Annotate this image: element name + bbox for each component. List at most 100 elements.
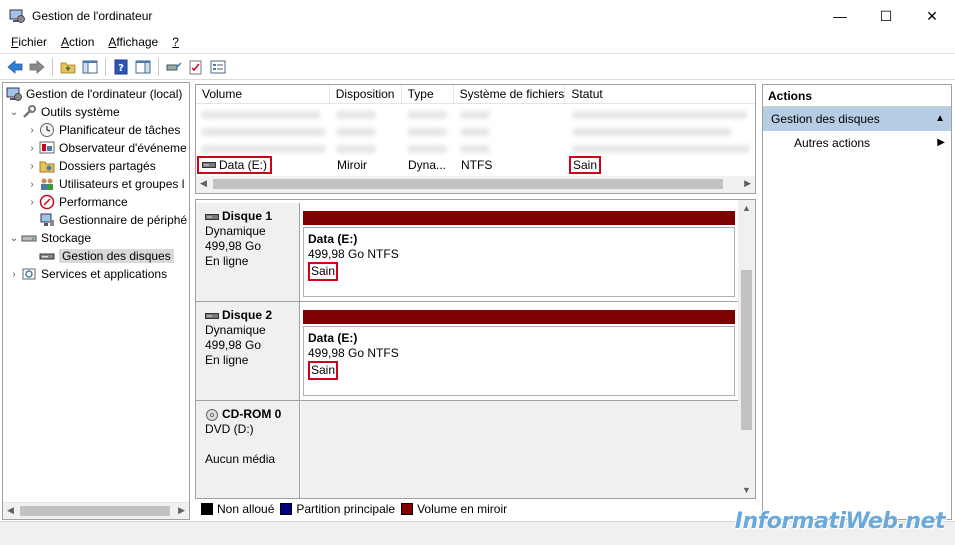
legend-unallocated: Non alloué	[201, 502, 274, 516]
tree-horizontal-scrollbar[interactable]: ◀ ▶	[3, 502, 189, 519]
help-button[interactable]: ?	[110, 56, 132, 78]
disk-1[interactable]: Disque 1 Dynamique 499,98 Go En ligne Da…	[196, 203, 739, 302]
checklist-button[interactable]	[185, 56, 207, 78]
tree-item-services[interactable]: › Services et applications	[7, 265, 167, 283]
cdrom-icon	[206, 408, 218, 421]
scroll-right-icon[interactable]: ▶	[744, 178, 751, 189]
scroll-down-icon[interactable]: ▼	[742, 485, 751, 495]
scrollbar-thumb[interactable]	[741, 270, 752, 430]
toolbar-separator	[52, 57, 53, 76]
tree-item-stockage[interactable]: ⌄ Stockage	[7, 229, 91, 247]
cdrom-0[interactable]: CD-ROM 0 DVD (D:) Aucun média	[196, 401, 739, 498]
scrollbar-thumb[interactable]	[20, 506, 170, 516]
connect-disk-button[interactable]	[163, 56, 185, 78]
disk-1-label[interactable]: Disque 1 Dynamique 499,98 Go En ligne	[196, 203, 300, 301]
storage-icon	[21, 235, 37, 242]
tree-item-outils-systeme[interactable]: ⌄ Outils système	[7, 103, 120, 121]
legend-swatch	[201, 503, 213, 515]
scroll-up-icon[interactable]: ▲	[742, 203, 751, 213]
menu-help[interactable]: ?	[165, 35, 186, 49]
legend-primary-partition: Partition principale	[280, 502, 395, 516]
legend-mirror-volume: Volume en miroir	[401, 502, 507, 516]
volume-list-horizontal-scrollbar[interactable]: ◀ ▶	[196, 176, 755, 193]
back-button[interactable]	[4, 56, 26, 78]
volume-list: Volume Disposition Type Système de fichi…	[195, 84, 756, 194]
status-cell: Sain	[569, 156, 602, 174]
actions-header: Actions	[763, 85, 951, 107]
help-icon: ?	[114, 59, 128, 74]
tree-root[interactable]: Gestion de l'ordinateur (local)	[6, 85, 182, 103]
table-row[interactable]: Data (E:) Miroir Dyna... NTFS Sain	[196, 156, 755, 174]
device-manager-icon	[40, 213, 54, 226]
forward-arrow-icon	[29, 59, 45, 74]
disk-graphical-view: Disque 1 Dynamique 499,98 Go En ligne Da…	[195, 199, 756, 499]
performance-icon	[39, 194, 55, 210]
svg-text:?: ?	[118, 63, 124, 74]
mirror-volume-bar	[303, 310, 735, 324]
disk-2-volume[interactable]: Data (E:) 499,98 Go NTFS Sain	[303, 326, 735, 396]
action-more-actions[interactable]: Autres actions ▶	[763, 131, 951, 155]
disk-2-status: Sain	[308, 361, 339, 380]
chevron-down-icon[interactable]: ⌄	[7, 233, 21, 244]
properties-button[interactable]	[207, 56, 229, 78]
tree-item-gestion-disques[interactable]: Gestion des disques	[39, 247, 174, 265]
chevron-right-icon[interactable]: ›	[25, 125, 39, 136]
tree-item-dossiers-partages[interactable]: › Dossiers partagés	[25, 157, 155, 175]
menu-bar: Fichier Action Affichage ?	[0, 32, 955, 52]
column-status[interactable]: Statut	[565, 85, 755, 104]
tree-item-observateur[interactable]: › Observateur d'événeme	[25, 139, 186, 157]
column-disposition[interactable]: Disposition	[330, 85, 402, 104]
disk-2-label[interactable]: Disque 2 Dynamique 499,98 Go En ligne	[196, 302, 300, 400]
menu-affichage[interactable]: Affichage	[101, 35, 165, 49]
close-button[interactable]: ✕	[909, 0, 955, 32]
scroll-left-icon[interactable]: ◀	[200, 178, 207, 189]
tree-item-performance[interactable]: › Performance	[25, 193, 128, 211]
folder-up-icon	[60, 62, 76, 73]
scroll-right-icon[interactable]: ▶	[178, 505, 185, 516]
disposition-cell: Miroir	[337, 158, 367, 172]
properties-icon	[210, 60, 226, 73]
mirror-volume-bar	[303, 211, 735, 225]
column-filesystem[interactable]: Système de fichiers	[454, 85, 566, 104]
chevron-right-icon[interactable]: ›	[25, 161, 39, 172]
chevron-right-icon[interactable]: ›	[25, 143, 39, 154]
computer-management-icon	[6, 87, 22, 101]
volume-name-cell: Data (E:)	[197, 156, 273, 174]
minimize-button[interactable]: —	[817, 0, 863, 32]
chevron-right-icon[interactable]: ›	[25, 179, 39, 190]
show-tree-button[interactable]	[79, 56, 101, 78]
disk-1-volume[interactable]: Data (E:) 499,98 Go NTFS Sain	[303, 227, 735, 297]
tree-item-gestionnaire-peripheriques[interactable]: Gestionnaire de périphé	[39, 211, 187, 229]
menu-fichier[interactable]: Fichier	[4, 35, 54, 49]
disk-management-icon	[39, 253, 55, 260]
column-type[interactable]: Type	[402, 85, 454, 104]
action-pane-icon	[135, 60, 151, 73]
scroll-left-icon[interactable]: ◀	[7, 505, 14, 516]
collapse-up-icon[interactable]: ▲	[935, 107, 945, 131]
forward-button[interactable]	[26, 56, 48, 78]
cdrom-0-label[interactable]: CD-ROM 0 DVD (D:) Aucun média	[196, 401, 300, 498]
disk-2[interactable]: Disque 2 Dynamique 499,98 Go En ligne Da…	[196, 302, 739, 401]
tree-item-utilisateurs[interactable]: › Utilisateurs et groupes l	[25, 175, 184, 193]
menu-action[interactable]: Action	[54, 35, 101, 49]
column-volume[interactable]: Volume	[196, 85, 330, 104]
show-action-pane-button[interactable]	[132, 56, 154, 78]
chevron-right-icon[interactable]: ›	[25, 197, 39, 208]
chevron-right-icon[interactable]: ›	[7, 269, 21, 280]
disk-view-vertical-scrollbar[interactable]: ▲ ▼	[738, 200, 755, 498]
disk-1-map: Data (E:) 499,98 Go NTFS Sain	[301, 203, 739, 301]
tree-item-planificateur[interactable]: › Planificateur de tâches	[25, 121, 180, 139]
volume-drive-icon	[202, 162, 216, 168]
chevron-down-icon[interactable]: ⌄	[7, 107, 21, 118]
scrollbar-thumb[interactable]	[213, 179, 723, 189]
actions-section-disk-management[interactable]: Gestion des disques ▲	[763, 107, 951, 131]
up-folder-button[interactable]	[57, 56, 79, 78]
legend-swatch	[280, 503, 293, 515]
console-tree-icon	[82, 60, 98, 73]
filesystem-cell: NTFS	[461, 158, 493, 172]
event-viewer-icon	[39, 141, 55, 154]
maximize-button[interactable]: ☐	[863, 0, 909, 32]
shared-folder-icon	[39, 161, 55, 173]
type-cell: Dyna...	[408, 158, 447, 172]
computer-management-icon	[9, 8, 25, 24]
